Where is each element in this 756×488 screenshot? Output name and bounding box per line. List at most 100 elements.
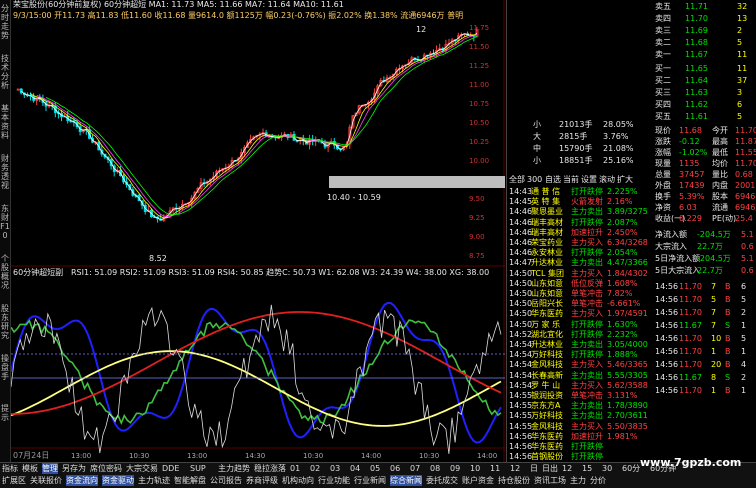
left-tab-2[interactable]: 基本资料 (0, 104, 10, 140)
toolbar-tab-27[interactable]: 60分 (622, 463, 640, 474)
event-stock[interactable]: 英 特 集 (531, 197, 560, 207)
sector-tab-0[interactable]: 全部 (509, 175, 525, 185)
left-tab-5[interactable]: 个股概况 (0, 254, 10, 290)
toolbar2-tab-6[interactable]: 公司报告 (210, 475, 242, 486)
toolbar2-tab-11[interactable]: 综合新闻 (390, 475, 422, 486)
toolbar2-tab-0[interactable]: 扩展区 (2, 475, 26, 486)
event-stock[interactable]: 永安林业 (531, 248, 563, 258)
event-stock[interactable]: 金风科技 (531, 422, 563, 432)
event-stock[interactable]: 聚恩墨业 (531, 207, 563, 217)
toolbar-tab-21[interactable]: 12 (510, 463, 520, 474)
sector-tab-6[interactable]: 扩大 (617, 175, 633, 185)
toolbar-tab-19[interactable]: 10 (470, 463, 480, 474)
toolbar-tab-22[interactable]: 日 (530, 463, 538, 474)
event-stock[interactable]: 华东医药 (531, 309, 563, 319)
toolbar-tab-0[interactable]: 指标 (2, 463, 18, 474)
sector-tab-4[interactable]: 设置 (581, 175, 597, 185)
toolbar2-tab-5[interactable]: 智能解盘 (174, 475, 206, 486)
toolbar2-tab-1[interactable]: 关联报价 (30, 475, 62, 486)
toolbar-tab-15[interactable]: 06 (390, 463, 400, 474)
toolbar2-tab-17[interactable]: 分价 (590, 475, 606, 486)
toolbar-tab-17[interactable]: 08 (430, 463, 440, 474)
bid-price[interactable]: 11.63 (685, 88, 708, 98)
left-tab-1[interactable]: 技术分析 (0, 54, 10, 90)
toolbar-tab-16[interactable]: 07 (410, 463, 420, 474)
sector-tab-1[interactable]: 300 (527, 175, 542, 185)
sector-tab-5[interactable]: 滚动 (599, 175, 615, 185)
event-stock[interactable]: 万 家 乐 (531, 320, 560, 330)
toolbar-tab-7[interactable]: SUP (190, 463, 206, 474)
toolbar-tab-14[interactable]: 05 (370, 463, 380, 474)
left-tab-6[interactable]: 股东研究 (0, 304, 10, 340)
event-stock[interactable]: 长春高新 (531, 371, 563, 381)
event-stock[interactable]: 瑞丰高材 (531, 228, 563, 238)
toolbar-tab-2[interactable]: 管理 (42, 463, 58, 474)
toolbar-tab-1[interactable]: 模板 (22, 463, 38, 474)
toolbar2-tab-15[interactable]: 资讯工场 (534, 475, 566, 486)
kline-chart-area[interactable]: 11.75 11.50 11.25 11.00 10.75 10.50 10.25 10.00… (11, 0, 505, 462)
event-stock[interactable]: 银润投资 (531, 391, 563, 401)
toolbar-tab-25[interactable]: 15 (582, 463, 592, 474)
toolbar-tab-10[interactable]: 01 (290, 463, 300, 474)
toolbar-tab-23[interactable]: 日出 (542, 463, 558, 474)
event-stock[interactable]: 瑞丰高材 (531, 218, 563, 228)
left-tab-4[interactable]: 东财F10 (0, 204, 10, 240)
ask-price[interactable]: 11.70 (685, 14, 708, 24)
toolbar2-tab-7[interactable]: 券商评级 (246, 475, 278, 486)
toolbar-tab-18[interactable]: 09 (450, 463, 460, 474)
toolbar2-tab-16[interactable]: 主力 (570, 475, 586, 486)
toolbar2-tab-3[interactable]: 资金驱动 (102, 475, 134, 486)
toolbar-tab-9[interactable]: 稳拉涨落 (254, 463, 286, 474)
toolbar2-tab-4[interactable]: 主力轨迹 (138, 475, 170, 486)
event-stock[interactable]: 湖北宜化 (531, 330, 563, 340)
toolbar-tab-8[interactable]: 主力趋势 (218, 463, 250, 474)
ask-price[interactable]: 11.71 (685, 2, 708, 12)
toolbar-tab-3[interactable]: 另存为 (62, 463, 86, 474)
left-tab-3[interactable]: 财务透视 (0, 154, 10, 190)
event-stock[interactable]: 荣宝药业 (531, 238, 563, 248)
event-stock[interactable]: TCL 集团 (531, 269, 564, 279)
left-tab-7[interactable]: 操盘手 (0, 354, 10, 381)
ask-price[interactable]: 11.67 (685, 50, 708, 60)
event-stock[interactable]: 升达林业 (531, 258, 563, 268)
event-stock[interactable]: 山东如意 (531, 279, 563, 289)
toolbar-tab-24[interactable]: 12 (562, 463, 572, 474)
event-stock[interactable]: 山东如意 (531, 289, 563, 299)
toolbar-tab-26[interactable]: 30 (602, 463, 612, 474)
sector-tab-2[interactable]: 自选 (545, 175, 561, 185)
event-stock[interactable]: 万好科技 (531, 411, 563, 421)
left-tab-8[interactable]: 提示 (0, 404, 10, 422)
toolbar2-tab-9[interactable]: 行业功能 (318, 475, 350, 486)
event-stock[interactable]: 京东方A (531, 401, 560, 411)
bid-price[interactable]: 11.65 (685, 64, 708, 74)
event-stock[interactable]: 升达林业 (531, 340, 563, 350)
toolbar2-tab-2[interactable]: 资金流向 (66, 475, 98, 486)
sector-tab-3[interactable]: 当前 (563, 175, 579, 185)
toolbar2-tab-10[interactable]: 行业新闻 (354, 475, 386, 486)
event-stock[interactable]: 首钢股份 (531, 452, 563, 462)
toolbar-tab-4[interactable]: 席位密码 (90, 463, 122, 474)
event-stock[interactable]: 华东医药 (531, 432, 563, 442)
bid-price[interactable]: 11.62 (685, 100, 708, 110)
bid-price[interactable]: 11.64 (685, 76, 708, 86)
toolbar-tab-12[interactable]: 03 (330, 463, 340, 474)
toolbar2-tab-13[interactable]: 账户资金 (462, 475, 494, 486)
toolbar-tab-6[interactable]: DDE (162, 463, 179, 474)
event-stock[interactable]: 岳阳兴长 (531, 299, 563, 309)
ask-price[interactable]: 11.68 (685, 38, 708, 48)
toolbar-tab-13[interactable]: 04 (350, 463, 360, 474)
event-stock[interactable]: 罗 牛 山 (531, 381, 560, 391)
toolbar-tab-20[interactable]: 11 (490, 463, 500, 474)
left-tab-0[interactable]: 分时走势 (0, 4, 10, 40)
ask-price[interactable]: 11.69 (685, 26, 708, 36)
bid-price[interactable]: 11.61 (685, 112, 708, 122)
event-stock[interactable]: 通 普 信 (531, 187, 560, 197)
toolbar-tab-5[interactable]: 大宗交易 (126, 463, 158, 474)
toolbar2-tab-8[interactable]: 机构动向 (282, 475, 314, 486)
toolbar-tab-11[interactable]: 02 (310, 463, 320, 474)
toolbar2-tab-12[interactable]: 委托成交 (426, 475, 458, 486)
event-stock[interactable]: 万好科技 (531, 350, 563, 360)
event-stock[interactable]: 金风科技 (531, 360, 563, 370)
event-stock[interactable]: 华东医药 (531, 442, 563, 452)
toolbar2-tab-14[interactable]: 持仓股份 (498, 475, 530, 486)
